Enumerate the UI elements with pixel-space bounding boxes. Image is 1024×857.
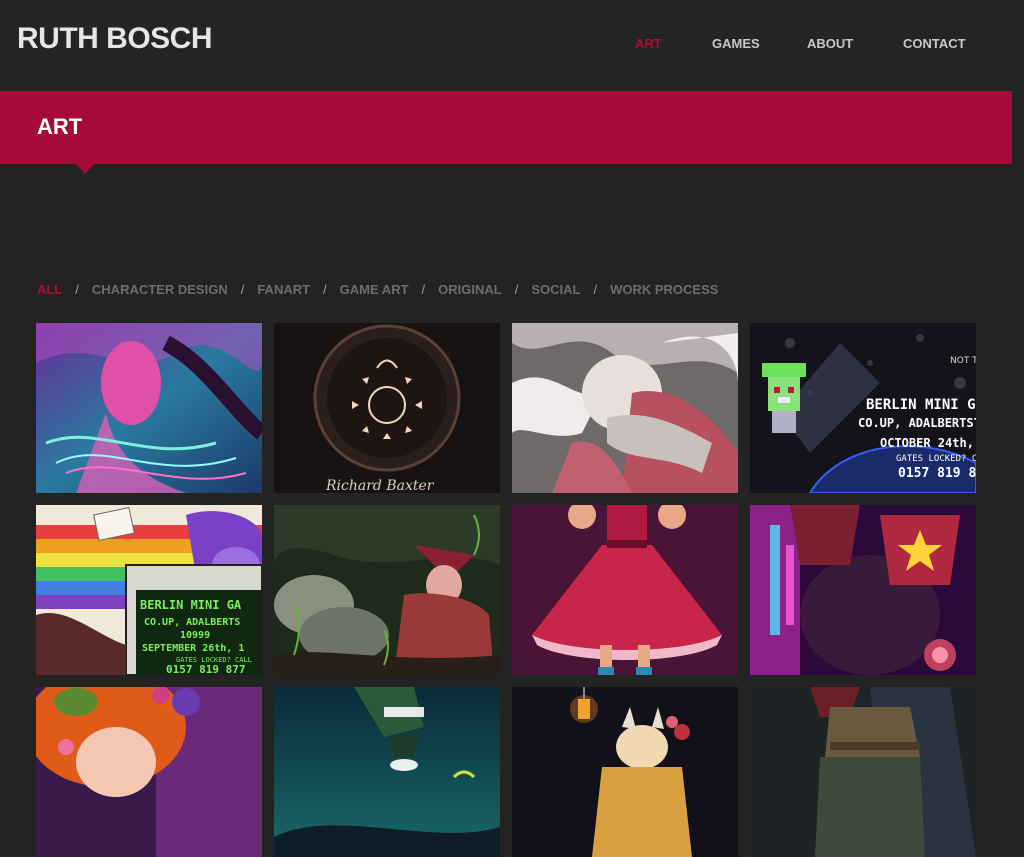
tile-red-dress-girl[interactable]	[512, 505, 738, 675]
filter-separator: /	[514, 282, 519, 297]
tile-red-hair-flowers[interactable]	[36, 687, 262, 857]
tile-line: SEPTEMBER 26th, 1	[142, 643, 244, 654]
tile-corner-text: NOT T	[950, 356, 976, 366]
tile-line: CO.UP, ADALBERTS	[144, 617, 240, 628]
tile-caption: Richard Baxter	[325, 478, 435, 493]
nav-games[interactable]: GAMES	[712, 36, 760, 51]
filter-character-design[interactable]: CHARACTER DESIGN	[92, 282, 228, 297]
tile-fur-coat-girl[interactable]	[512, 323, 738, 493]
tile-line: BERLIN MINI GA	[140, 598, 242, 612]
tile-line: OCTOBER 24th, 12	[880, 436, 976, 450]
filter-original[interactable]: ORIGINAL	[438, 282, 502, 297]
tile-lantern-fox[interactable]	[512, 687, 738, 857]
filter-separator: /	[593, 282, 598, 297]
site-logo[interactable]: RUTH BOSCH	[17, 22, 213, 56]
filter-social[interactable]: SOCIAL	[531, 282, 580, 297]
tile-line: CO.UP, ADALBERTSTR.	[858, 416, 976, 430]
tile-forest-red-witch[interactable]	[274, 505, 500, 675]
tile-green-runner[interactable]	[274, 687, 500, 857]
category-filters: ALL / CHARACTER DESIGN / FANART / GAME ART / ORI…	[37, 282, 718, 300]
tile-neon-star-hero[interactable]	[750, 505, 976, 675]
nav-art[interactable]: ART	[635, 36, 662, 51]
tile-berlin-mini-game-jam-oct[interactable]: NOT T BERLIN MINI GA CO.UP, ADALBERTSTR.…	[750, 323, 976, 493]
page-banner: ART	[0, 91, 1012, 164]
filter-all[interactable]: ALL	[37, 282, 62, 297]
tile-line: GATES LOCKED? CALL	[896, 454, 976, 464]
tile-berlin-mini-game-jam-sep[interactable]: BERLIN MINI GA CO.UP, ADALBERTS 10999 SE…	[36, 505, 262, 675]
page-title: ART	[37, 114, 83, 139]
banner-pointer	[76, 164, 94, 174]
tile-line: 0157 819 877	[898, 466, 976, 481]
tile-pink-girl-spirit[interactable]	[36, 323, 262, 493]
filter-separator: /	[323, 282, 327, 297]
site-header: RUTH BOSCH ART GAMES ABOUT CONTACT	[0, 0, 1024, 90]
filter-separator: /	[240, 282, 245, 297]
filter-fanart[interactable]: FANART	[257, 282, 310, 297]
filter-work-process[interactable]: WORK PROCESS	[610, 282, 718, 297]
filter-separator: /	[75, 282, 79, 297]
tile-adventurer-cape[interactable]	[750, 687, 976, 857]
tile-line: 0157 819 877	[166, 663, 245, 675]
filter-game-art[interactable]: GAME ART	[340, 282, 409, 297]
tile-richard-baxter-emblem[interactable]: Richard Baxter	[274, 323, 500, 493]
filter-separator: /	[421, 282, 426, 297]
nav-about[interactable]: ABOUT	[807, 36, 853, 51]
nav-contact[interactable]: CONTACT	[903, 36, 966, 51]
tile-line: BERLIN MINI GA	[866, 397, 976, 413]
tile-line: 10999	[180, 630, 210, 641]
